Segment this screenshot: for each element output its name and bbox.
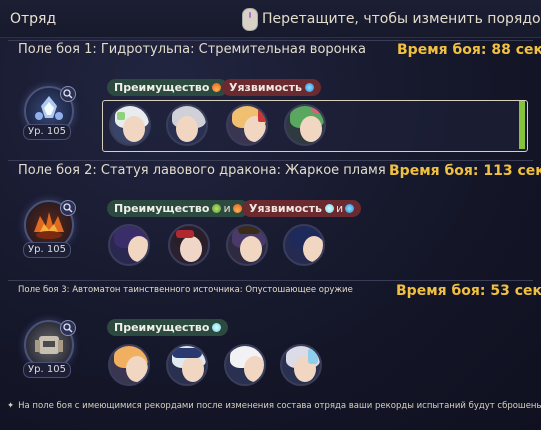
party-member[interactable] (108, 344, 150, 386)
weakness-label: Уязвимость (229, 81, 303, 94)
party-member[interactable] (280, 344, 322, 386)
stage-divider (8, 160, 533, 161)
pyro-icon (212, 83, 222, 92)
stage-3-title: Поле боя 3: Автоматон таинственного исто… (18, 285, 353, 295)
weakness-label: Уязвимость (249, 202, 323, 215)
stage-2-advantage: Преимущество и (107, 200, 249, 217)
party-member[interactable] (166, 344, 208, 386)
party-member[interactable] (168, 224, 210, 266)
party-member[interactable] (226, 104, 268, 146)
stage-3-level: Ур. 105 (23, 362, 71, 378)
stage-2-search-icon[interactable] (60, 200, 76, 216)
stage-2-title: Поле боя 2: Статуя лавового дракона: Жар… (18, 163, 386, 178)
party-member[interactable] (108, 224, 150, 266)
hydro-icon (305, 83, 315, 92)
stage-2-weakness: Уязвимость и (242, 200, 362, 217)
conjunction: и (223, 202, 231, 215)
stage-3-time: Время боя: 53 сек. (396, 283, 541, 299)
footer-note-text: На поле боя с имеющимися рекордами после… (18, 401, 541, 411)
stage-2-time: Время боя: 113 сек. (389, 163, 541, 179)
footer-note: ✦ На поле боя с имеющимися рекордами посл… (7, 401, 541, 411)
stage-1-time: Время боя: 88 сек. (397, 42, 541, 58)
pyro-icon (232, 204, 242, 213)
stage-1-title: Поле боя 1: Гидротульпа: Стремительная в… (18, 42, 366, 57)
stage-3-advantage: Преимущество (107, 319, 229, 336)
stage-divider (8, 280, 533, 281)
party-member[interactable] (283, 224, 325, 266)
party-member[interactable] (226, 224, 268, 266)
party-member[interactable] (284, 104, 326, 146)
cryo-icon (325, 204, 335, 213)
stage-divider (8, 40, 533, 41)
selected-indicator (519, 101, 525, 149)
stage-1-weakness: Уязвимость (222, 79, 322, 96)
conjunction: и (336, 202, 344, 215)
stage-1-level: Ур. 105 (23, 124, 71, 140)
advantage-label: Преимущество (114, 321, 210, 334)
stage-1-search-icon[interactable] (60, 86, 76, 102)
drag-hint: Перетащите, чтобы изменить порядок (262, 11, 541, 27)
mouse-icon (242, 8, 258, 31)
stage-1-advantage: Преимущество (107, 79, 229, 96)
advantage-label: Преимущество (114, 202, 210, 215)
party-member[interactable] (166, 104, 208, 146)
stage-3-search-icon[interactable] (60, 320, 76, 336)
party-member[interactable] (109, 104, 151, 146)
hydro-icon (345, 204, 355, 213)
advantage-label: Преимущество (114, 81, 210, 94)
sparkle-icon: ✦ (7, 401, 15, 411)
cryo-icon (212, 323, 222, 332)
dendro-icon (212, 204, 222, 213)
party-title: Отряд (10, 11, 57, 27)
stage-2-level: Ур. 105 (23, 242, 71, 258)
party-member[interactable] (224, 344, 266, 386)
